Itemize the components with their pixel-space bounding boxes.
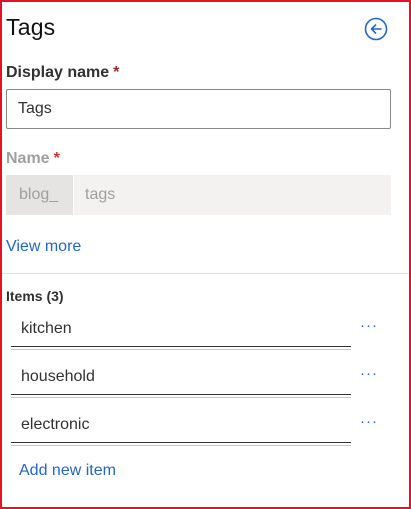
display-name-label-text: Display name [6, 64, 110, 81]
list-item [11, 359, 351, 398]
name-field: tags [74, 175, 391, 215]
back-arrow-circle-icon [364, 17, 388, 41]
tags-panel: Tags Display name* Name* blog_ tags View… [0, 0, 411, 509]
name-label: Name * [6, 150, 60, 168]
display-name-label: Display name * [6, 64, 119, 82]
required-mark: * [53, 150, 60, 167]
item-underline [11, 445, 351, 446]
view-more-link[interactable]: View more [6, 238, 81, 256]
item-underline [11, 349, 351, 350]
ellipsis-icon[interactable]: ··· [359, 414, 379, 429]
name-prefix: blog_ [6, 175, 73, 215]
required-mark: * [113, 64, 120, 81]
back-button[interactable] [364, 17, 388, 41]
item-input[interactable] [11, 359, 351, 395]
ellipsis-icon[interactable]: ··· [359, 318, 379, 333]
display-name-input[interactable] [6, 89, 391, 129]
section-divider [2, 273, 409, 274]
list-item [11, 407, 351, 446]
item-underline [11, 397, 351, 398]
item-input[interactable] [11, 407, 351, 443]
list-item [11, 311, 351, 350]
name-label-text: Name [6, 150, 50, 167]
items-heading: Items (3) [6, 288, 64, 304]
item-input[interactable] [11, 311, 351, 347]
add-new-item-link[interactable]: Add new item [19, 462, 116, 480]
panel-title: Tags [6, 14, 56, 40]
ellipsis-icon[interactable]: ··· [359, 366, 379, 381]
